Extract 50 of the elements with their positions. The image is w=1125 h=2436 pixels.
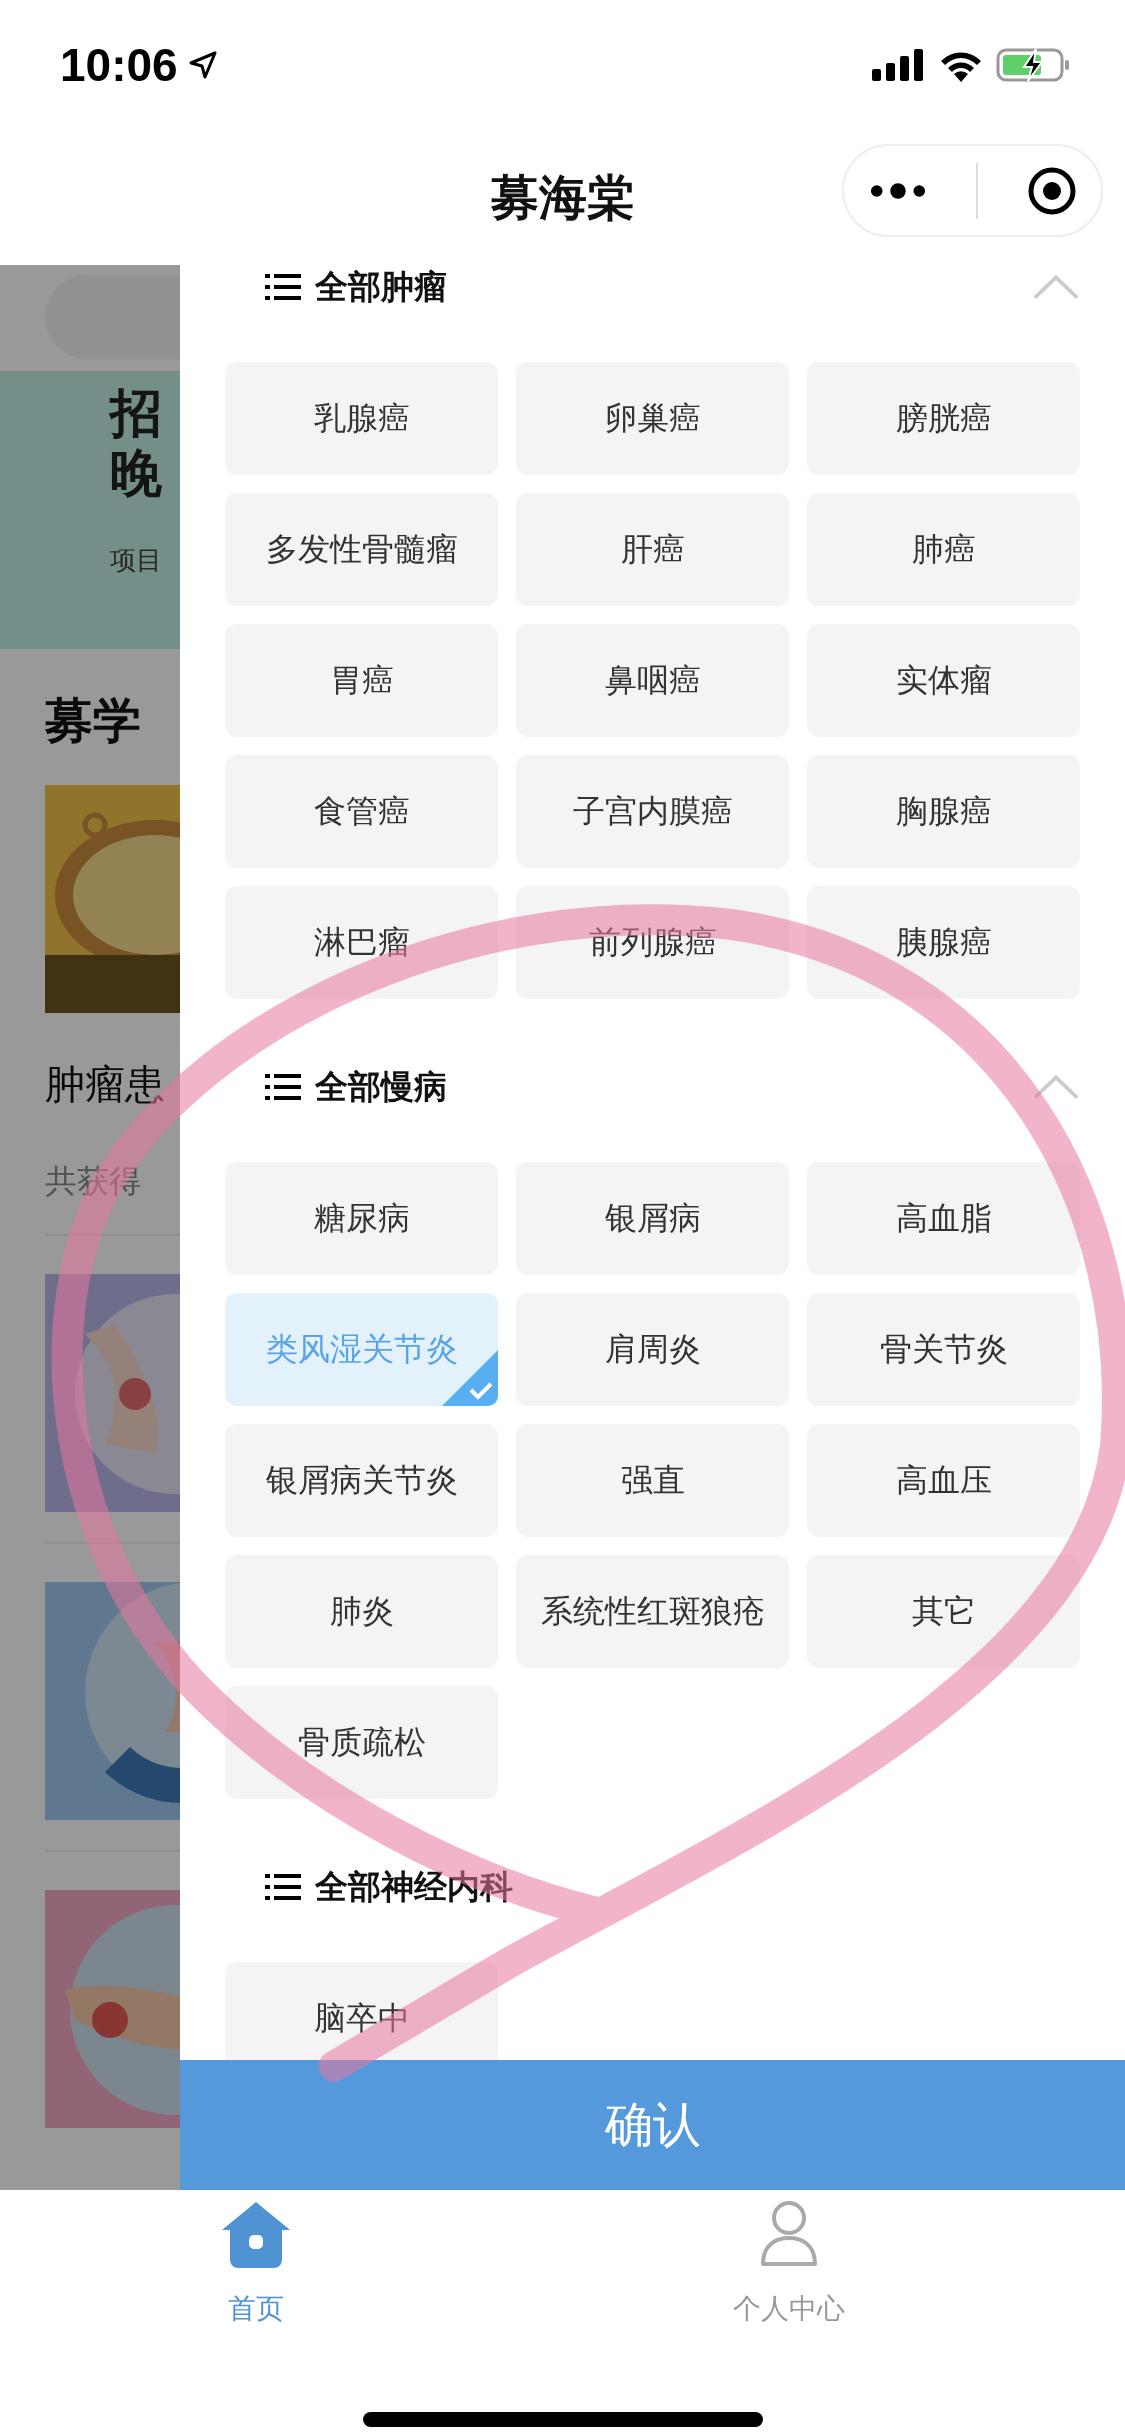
category-chip[interactable]: 胸腺癌 <box>807 755 1080 868</box>
category-chip[interactable]: 银屑病 <box>516 1162 789 1275</box>
banner-heading: 招 <box>110 383 163 443</box>
article-title: 肿瘤患 <box>45 1060 166 1109</box>
category-chip[interactable]: 胰腺癌 <box>807 886 1080 999</box>
battery-charging-icon <box>996 48 1070 82</box>
category-chip[interactable]: 乳腺癌 <box>225 362 498 475</box>
location-arrow-icon <box>187 50 218 80</box>
banner-heading: 晚 <box>110 443 163 503</box>
category-chip[interactable]: 高血脂 <box>807 1162 1080 1275</box>
category-chip[interactable]: 其它 <box>807 1555 1080 1668</box>
list-icon <box>265 1073 301 1101</box>
category-chip[interactable]: 骨关节炎 <box>807 1293 1080 1406</box>
category-chip[interactable]: 淋巴瘤 <box>225 886 498 999</box>
category-chip[interactable]: 高血压 <box>807 1424 1080 1537</box>
category-chip[interactable]: 糖尿病 <box>225 1162 498 1275</box>
close-target-icon[interactable] <box>1026 165 1077 216</box>
status-time: 10:06 <box>60 38 178 92</box>
list-icon <box>265 1873 301 1901</box>
signal-icon <box>872 49 924 81</box>
article-meta: 共获得 <box>45 1161 142 1202</box>
category-heading: 全部神经内科 <box>315 1865 513 1908</box>
category-chip[interactable]: 多发性骨髓瘤 <box>225 493 498 606</box>
category-heading: 全部肿瘤 <box>315 265 447 308</box>
category-chip[interactable]: 骨质疏松 <box>225 1686 498 1799</box>
category-chip[interactable]: 胃癌 <box>225 624 498 737</box>
category-chip[interactable]: 子宫内膜癌 <box>516 755 789 868</box>
category-chip[interactable]: 强直 <box>516 1424 789 1537</box>
category-chip[interactable]: 脑卒中 <box>225 1962 498 2060</box>
category-chip[interactable]: 银屑病关节炎 <box>225 1424 498 1537</box>
category-chip[interactable]: 肺癌 <box>807 493 1080 606</box>
dim-overlay[interactable] <box>0 265 180 2190</box>
page-title: 募海棠 <box>490 167 635 227</box>
category-chip[interactable]: 肩周炎 <box>516 1293 789 1406</box>
category-chip[interactable]: 肺炎 <box>225 1555 498 1668</box>
category-chip[interactable]: 鼻咽癌 <box>516 624 789 737</box>
category-chip[interactable]: 前列腺癌 <box>516 886 789 999</box>
category-chip[interactable]: 膀胱癌 <box>807 362 1080 475</box>
section-title: 募学 <box>45 691 142 750</box>
category-chip[interactable]: 实体瘤 <box>807 624 1080 737</box>
search-field[interactable] <box>45 275 180 359</box>
more-icon[interactable] <box>868 180 927 201</box>
category-chip[interactable]: 食管癌 <box>225 755 498 868</box>
banner[interactable]: 招 晚 项目 <box>0 371 180 649</box>
category-chip[interactable]: 卵巢癌 <box>516 362 789 475</box>
category-chip[interactable]: 肝癌 <box>516 493 789 606</box>
banner-note: 项目 <box>110 544 163 577</box>
list-icon <box>265 273 301 301</box>
category-heading: 全部慢病 <box>315 1065 447 1108</box>
category-chip[interactable]: 系统性红斑狼疮 <box>516 1555 789 1668</box>
